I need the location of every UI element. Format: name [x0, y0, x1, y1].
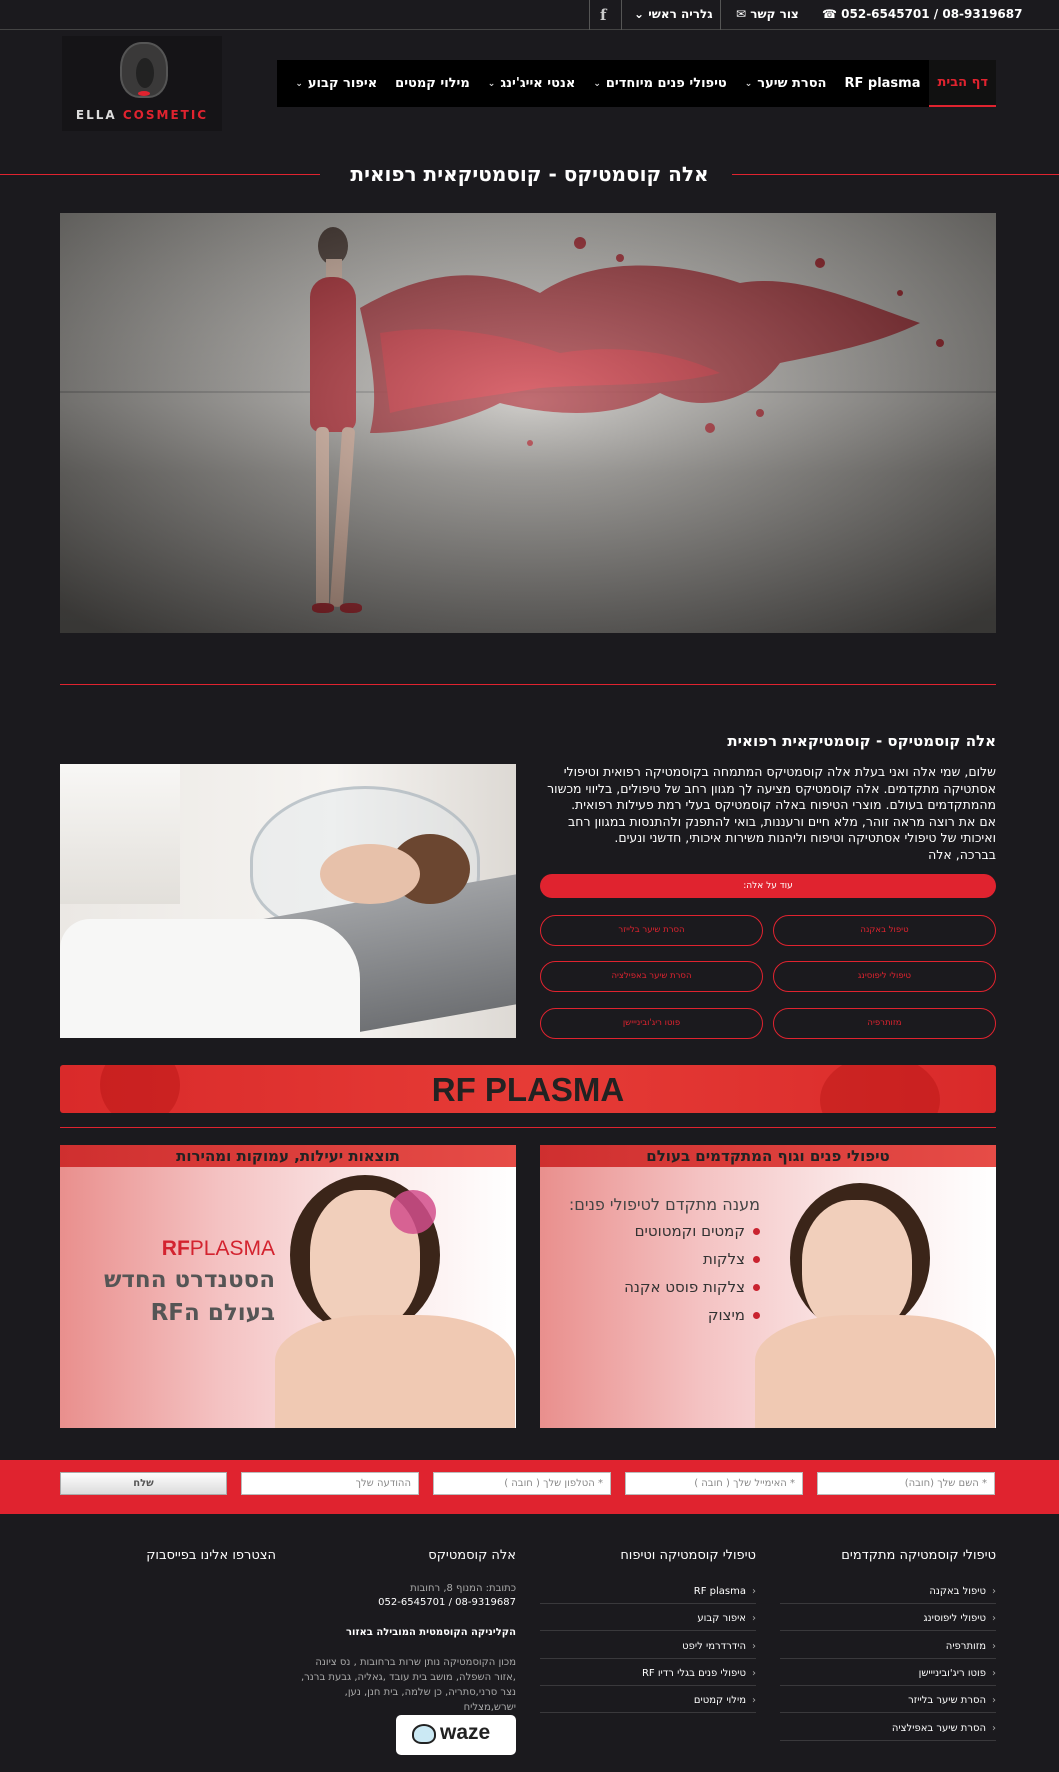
orchid-flower-icon [390, 1190, 436, 1234]
section-divider [60, 1127, 996, 1128]
service-pill-photo-rejuvenation[interactable]: פוטו ריג'ובינייישן [540, 1008, 763, 1039]
top-bar: ☎ 052-6545701 / 08-9319687 ✉ צור קשר ⌄ ג… [0, 0, 1059, 30]
topbar-divider [720, 0, 721, 30]
chevron-left-icon: ‹ [992, 1695, 996, 1706]
footer-col1-title: טיפולי קוסמטיקה מתקדמים [841, 1548, 996, 1563]
nav-item-home[interactable]: דף הבית [929, 60, 996, 107]
list-item: צלקות [560, 1250, 760, 1268]
service-pill-liposonix[interactable]: טיפולי ליפוסינג [773, 961, 996, 992]
contact-label: צור קשר [750, 7, 799, 21]
intro-title: אלה קוסמטיקס - קוסמטיקאית רפואית [727, 732, 996, 750]
footer-address: כתובת: המנוף 8, רחובות [410, 1583, 516, 1594]
rfplasma-brand: RFPLASMA [161, 1237, 275, 1260]
chevron-left-icon: ‹ [992, 1723, 996, 1734]
gallery-label: גלריה ראשי [648, 7, 713, 21]
footer-col4-title: הצטרפו אלינו בפייסבוק [146, 1548, 276, 1563]
chevron-down-icon: ⌄ [487, 78, 496, 89]
phone-input[interactable]: * הטלפון שלך ( חובה ) [433, 1472, 611, 1495]
chevron-left-icon: ‹ [752, 1586, 756, 1597]
waze-icon [412, 1724, 436, 1744]
chevron-left-icon: ‹ [752, 1613, 756, 1624]
nav-item-facials[interactable]: טיפולי פנים מיוחדים ⌄ [584, 60, 735, 107]
service-pill-acne[interactable]: טיפול באקנה [773, 915, 996, 946]
site-logo[interactable]: ELLA COSMETIC [62, 36, 222, 131]
list-item: צלקות פוסט אקנה [560, 1278, 760, 1296]
logo-lips-icon [138, 91, 150, 96]
waze-button[interactable]: waze [396, 1715, 516, 1755]
chevron-down-icon: ⌄ [744, 78, 753, 89]
footer-link[interactable]: ‹RF plasma [540, 1586, 756, 1604]
page-title-row: אלה קוסמטיקס - קוסמטיקאית רפואית [0, 162, 1059, 188]
footer-link[interactable]: ‹הידרדרמי ליפט [540, 1641, 756, 1659]
promo-card-rf[interactable]: תוצאות יעילות, עמוקות ומהירות RFPLASMA ה… [60, 1145, 516, 1428]
gallery-dropdown[interactable]: ⌄ גלריה ראשי [634, 7, 713, 21]
contact-link[interactable]: ✉ צור קשר [736, 7, 799, 21]
promo-line-2: בעולם הRF [150, 1300, 275, 1326]
nav-item-permanent-makeup[interactable]: איפור קבוע ⌄ [286, 60, 386, 107]
send-button[interactable]: שלח [60, 1472, 227, 1495]
spa-treatment-image [60, 764, 516, 1038]
service-pill-mesotherapy[interactable]: מזותרפיה [773, 1008, 996, 1039]
chevron-left-icon: ‹ [752, 1695, 756, 1706]
section-divider [60, 684, 996, 685]
chevron-left-icon: ‹ [992, 1613, 996, 1624]
footer-link[interactable]: ‹טיפולי ליפוסינג [780, 1613, 996, 1631]
phone-icon: ☎ [822, 7, 837, 21]
main-nav: דף הבית RF plasma הסרת שיער ⌄ טיפולי פנים… [277, 60, 996, 107]
nav-item-fillers[interactable]: מילוי קמטים [386, 60, 479, 107]
footer-col3-title: אלה קוסמטיקס [428, 1548, 516, 1563]
footer-link[interactable]: ‹מילוי קמטים [540, 1695, 756, 1713]
promo-line-1: הסטנדרט החדש [103, 1267, 275, 1293]
footer-link[interactable]: ‹איפור קבוע [540, 1613, 756, 1631]
chevron-down-icon: ⌄ [295, 78, 303, 89]
chevron-down-icon: ⌄ [593, 78, 601, 89]
footer-link[interactable]: ‹פוטו ריג'ובינייישן [780, 1668, 996, 1686]
hero-image [60, 213, 996, 633]
footer-description: מכון הקוסמטיקה נותן שרות ברחובות , נס צי… [300, 1657, 516, 1713]
footer-headline: הקליניקה הקוסמטית המובילה באזור [346, 1627, 516, 1638]
waze-label: waze [440, 1721, 491, 1744]
list-item: מיצוק [560, 1306, 760, 1324]
list-item: קמטים וקמטוטים [560, 1222, 760, 1240]
promo-card-header: תוצאות יעילות, עמוקות ומהירות [60, 1145, 516, 1167]
footer-link[interactable]: ‹מזותרפיה [780, 1641, 996, 1659]
service-pill-epilation[interactable]: הסרת שיער באפילציה [540, 961, 763, 992]
nav-item-anti-aging[interactable]: אנטי אייג'ינג ⌄ [479, 60, 585, 107]
phone-number[interactable]: ☎ 052-6545701 / 08-9319687 [822, 7, 1022, 21]
intro-text: שלום, שמי אלה ואני בעלת אלה קוסמטיקס המת… [547, 764, 996, 862]
promo-subtitle: מענה מתקדם לטיפולי פנים: [568, 1195, 760, 1214]
topbar-divider [589, 0, 590, 30]
message-textarea[interactable]: ההודעה שלך [241, 1472, 419, 1495]
chevron-left-icon: ‹ [992, 1641, 996, 1652]
logo-face-icon [120, 42, 168, 98]
promo-card-header: טיפולי פנים וגוף המתקדמים בעולם [540, 1145, 996, 1167]
footer-phones[interactable]: 052-6545701 / 08-9319687 [300, 1597, 516, 1608]
chevron-left-icon: ‹ [752, 1641, 756, 1652]
chevron-left-icon: ‹ [752, 1668, 756, 1679]
service-pill-laser-hair[interactable]: הסרת שיער בלייזר [540, 915, 763, 946]
nav-item-hair-removal[interactable]: הסרת שיער ⌄ [736, 60, 836, 107]
email-input[interactable]: * האימייל שלך ( חובה ) [625, 1472, 803, 1495]
promo-card-facials[interactable]: טיפולי פנים וגוף המתקדמים בעולם מענה מתק… [540, 1145, 996, 1428]
more-about-button[interactable]: עוד על אלה: [540, 874, 996, 898]
footer-link[interactable]: ‹טיפול באקנה [780, 1586, 996, 1604]
chevron-left-icon: ‹ [992, 1586, 996, 1597]
footer-link[interactable]: ‹הסרת שיער בלייזר [780, 1695, 996, 1713]
chevron-down-icon: ⌄ [634, 7, 645, 21]
footer-col2-title: טיפולי קוסמטיקה וטיפוח [620, 1548, 756, 1563]
facebook-icon[interactable]: f [600, 6, 606, 24]
page-title: אלה קוסמטיקס - קוסמטיקאית רפואית [350, 162, 709, 186]
rf-banner-title: RF PLASMA [431, 1071, 625, 1108]
envelope-icon: ✉ [736, 7, 747, 21]
logo-text: ELLA COSMETIC [75, 108, 209, 122]
chevron-left-icon: ‹ [992, 1668, 996, 1679]
footer-link[interactable]: ‹טיפולי פנים בגלי רדיו RF [540, 1668, 756, 1686]
nav-item-rf-plasma[interactable]: RF plasma [835, 60, 929, 107]
rf-plasma-banner[interactable]: RF PLASMA [60, 1065, 996, 1113]
footer-link[interactable]: ‹הסרת שיער באפילציה [780, 1723, 996, 1741]
name-input[interactable]: * השם שלך (חובה) [817, 1472, 995, 1495]
topbar-divider [621, 0, 622, 30]
